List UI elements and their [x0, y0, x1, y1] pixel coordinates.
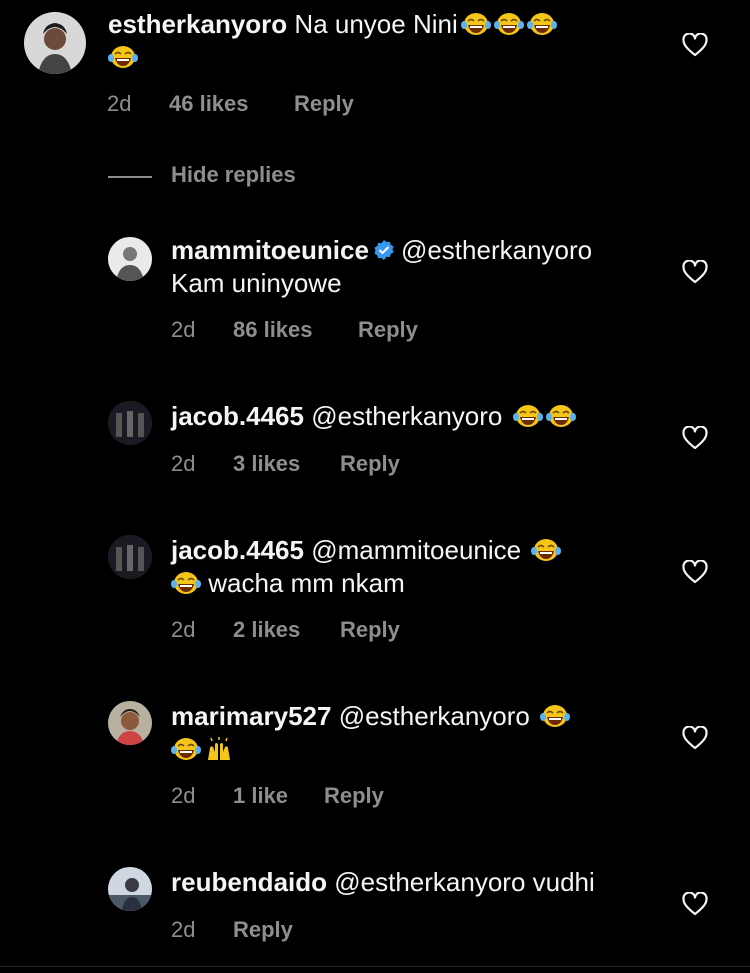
verified-badge-icon: [374, 240, 394, 260]
hide-replies-line: [108, 176, 152, 178]
username[interactable]: marimary527: [171, 701, 331, 731]
comment-text: reubendaido @estherkanyoro vudhi: [171, 866, 671, 899]
reply-button[interactable]: Reply: [233, 917, 293, 943]
laugh-emoji: [527, 12, 557, 36]
reply-button[interactable]: Reply: [358, 317, 418, 343]
reply-button[interactable]: Reply: [294, 91, 354, 117]
likes-count[interactable]: 86 likes: [233, 317, 313, 343]
timestamp: 2d: [171, 451, 196, 476]
reply-button[interactable]: Reply: [340, 451, 400, 477]
username[interactable]: jacob.4465: [171, 401, 304, 431]
mention[interactable]: @estherkanyoro: [339, 701, 530, 731]
comment-body: Na unyoe Nini: [294, 9, 458, 39]
laugh-emoji: [494, 12, 524, 36]
laugh-emoji: [546, 404, 576, 428]
laugh-emoji: [461, 12, 491, 36]
laugh-emoji: [108, 45, 138, 69]
mention[interactable]: @mammitoeunice: [311, 535, 521, 565]
likes-count[interactable]: 1 like: [233, 783, 288, 809]
avatar[interactable]: [108, 701, 152, 745]
timestamp: 2d: [171, 783, 196, 808]
heart-icon[interactable]: [682, 426, 708, 450]
timestamp: 2d: [171, 617, 196, 642]
heart-icon[interactable]: [682, 726, 708, 750]
comment-text: estherkanyoro Na unyoe Nini😂😂😂😂: [108, 8, 648, 74]
timestamp: 2d: [107, 91, 132, 116]
comment-body: vudhi: [532, 867, 595, 897]
avatar[interactable]: [108, 237, 152, 281]
comment-text: jacob.4465 @mammitoeunice😂😂 wacha mm nka…: [171, 534, 671, 600]
username[interactable]: mammitoeunice: [171, 235, 369, 265]
heart-icon[interactable]: [682, 892, 708, 916]
mention[interactable]: @estherkanyoro: [334, 867, 525, 897]
username[interactable]: estherkanyoro: [108, 9, 287, 39]
hide-replies-button[interactable]: Hide replies: [171, 162, 296, 188]
avatar[interactable]: [24, 12, 86, 74]
username[interactable]: jacob.4465: [171, 535, 304, 565]
laugh-emoji: [531, 538, 561, 562]
divider: [0, 966, 750, 967]
timestamp: 2d: [171, 917, 196, 942]
laugh-emoji: [540, 704, 570, 728]
heart-icon[interactable]: [682, 560, 708, 584]
avatar[interactable]: [108, 867, 152, 911]
reply-button[interactable]: Reply: [340, 617, 400, 643]
comment-text: jacob.4465 @estherkanyoro😂😂: [171, 400, 671, 433]
mention[interactable]: @estherkanyoro: [401, 235, 592, 265]
raised-hands-emoji: [204, 737, 234, 761]
avatar[interactable]: [108, 401, 152, 445]
comment-body: Kam uninyowe: [171, 268, 342, 298]
laugh-emoji: [513, 404, 543, 428]
reply-button[interactable]: Reply: [324, 783, 384, 809]
comment-body: wacha mm nkam: [208, 568, 405, 598]
heart-icon[interactable]: [682, 260, 708, 284]
avatar[interactable]: [108, 535, 152, 579]
likes-count[interactable]: 3 likes: [233, 451, 300, 477]
comment-text: marimary527 @estherkanyoro😂😂🙌: [171, 700, 671, 766]
laugh-emoji: [171, 737, 201, 761]
mention[interactable]: @estherkanyoro: [311, 401, 502, 431]
timestamp: 2d: [171, 317, 196, 342]
likes-count[interactable]: 2 likes: [233, 617, 300, 643]
laugh-emoji: [171, 571, 201, 595]
username[interactable]: reubendaido: [171, 867, 327, 897]
comment-text: mammitoeunice @estherkanyoro Kam uninyowe: [171, 234, 671, 300]
heart-icon[interactable]: [682, 33, 708, 57]
likes-count[interactable]: 46 likes: [169, 91, 249, 117]
